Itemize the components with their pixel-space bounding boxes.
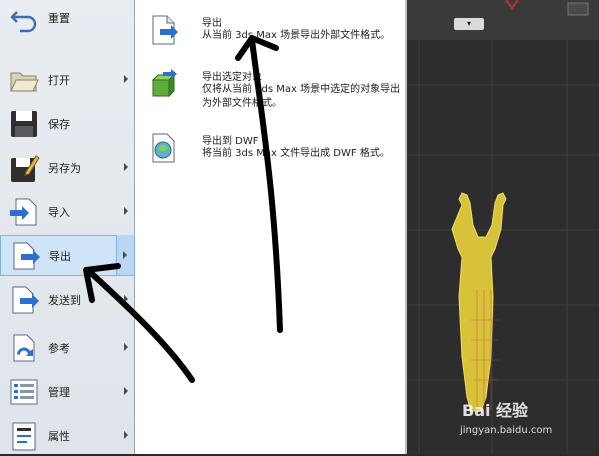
save-as-icon	[11, 155, 40, 182]
manage-icon	[10, 379, 38, 405]
folder-open-icon	[10, 72, 39, 92]
submenu-arrow-icon	[124, 431, 128, 439]
export-submenu: 导出 从当前 3ds Max 场景导出外部文件格式。 导出选定对象 仅将从当前 …	[135, 0, 407, 454]
menu-item-properties[interactable]: 属性	[0, 416, 135, 456]
application-menu: 重置 打开 保存 另存为 导入 导出 发送到 参考 管理 属性	[0, 0, 135, 454]
submenu-item-description: 从当前 3ds Max 场景导出外部文件格式。	[202, 30, 391, 41]
viewport-toolbar: ▾	[407, 0, 599, 40]
reset-icon	[10, 11, 37, 33]
submenu-item-title: 导出	[202, 18, 222, 29]
3d-viewport[interactable]	[407, 40, 599, 454]
submenu-arrow-icon	[124, 387, 128, 395]
submenu-arrow-icon	[124, 295, 128, 303]
menu-item-label: 导入	[48, 206, 70, 219]
menu-item-label: 属性	[48, 430, 70, 443]
import-icon	[10, 198, 37, 226]
submenu-item-title: 导出选定对象	[202, 72, 262, 83]
menu-item-reference[interactable]: 参考	[0, 328, 135, 368]
menu-item-save[interactable]: 保存	[0, 104, 135, 144]
menu-item-label: 发送到	[48, 294, 81, 307]
menu-item-import[interactable]: 导入	[0, 192, 135, 232]
submenu-item-title: 导出到 DWF	[202, 136, 259, 147]
menu-item-manage[interactable]: 管理	[0, 372, 135, 412]
export-selected-icon	[151, 69, 177, 98]
export-file-icon	[152, 15, 178, 45]
reference-icon	[13, 334, 35, 362]
submenu-arrow-icon	[124, 343, 128, 351]
export-dwf-icon	[152, 133, 175, 163]
menu-item-label: 重置	[48, 12, 70, 25]
submenu-item-export-selected[interactable]: 导出选定对象 仅将从当前 3ds Max 场景中选定的对象导出为外部文件格式。	[145, 64, 405, 124]
menu-item-label: 参考	[48, 342, 70, 355]
watermark-brand: Bai 经验	[462, 401, 529, 420]
menu-item-send-to[interactable]: 发送到	[0, 280, 135, 320]
menu-item-label: 保存	[48, 118, 70, 131]
model-wireframe	[451, 192, 507, 412]
submenu-arrow-icon	[124, 163, 128, 171]
export-icon	[13, 242, 40, 269]
watermark-url: jingyan.baidu.com	[460, 425, 553, 436]
menu-item-label: 另存为	[48, 162, 81, 175]
menu-item-label: 管理	[48, 386, 70, 399]
properties-icon	[12, 422, 36, 451]
viewport-grid-and-model	[407, 40, 599, 454]
toolbar-tool-icon[interactable]	[502, 0, 522, 12]
submenu-arrow-icon	[124, 75, 128, 83]
submenu-item-description: 仅将从当前 3ds Max 场景中选定的对象导出为外部文件格式。	[202, 84, 401, 109]
menu-item-reset[interactable]: 重置	[0, 0, 135, 36]
menu-item-label: 打开	[48, 74, 70, 87]
menu-item-label: 导出	[49, 249, 71, 263]
toolbar-tool-icon[interactable]	[567, 2, 589, 16]
submenu-item-description: 将当前 3ds Max 文件导出成 DWF 格式。	[202, 148, 390, 159]
submenu-item-export[interactable]: 导出 从当前 3ds Max 场景导出外部文件格式。	[145, 10, 405, 70]
submenu-arrow-icon	[124, 207, 128, 215]
menu-item-open[interactable]: 打开	[0, 60, 135, 100]
baidu-jingyan-watermark: Bai 经验 jingyan.baidu.com	[456, 395, 598, 453]
menu-item-save-as[interactable]: 另存为	[0, 148, 135, 188]
send-to-icon	[12, 286, 39, 314]
save-icon	[11, 111, 37, 137]
submenu-item-export-dwf[interactable]: 导出到 DWF 将当前 3ds Max 文件导出成 DWF 格式。	[145, 128, 405, 188]
menu-item-export[interactable]: 导出	[0, 235, 135, 276]
submenu-arrow-icon	[123, 251, 127, 259]
viewport-shading-dropdown[interactable]: ▾	[454, 18, 484, 30]
